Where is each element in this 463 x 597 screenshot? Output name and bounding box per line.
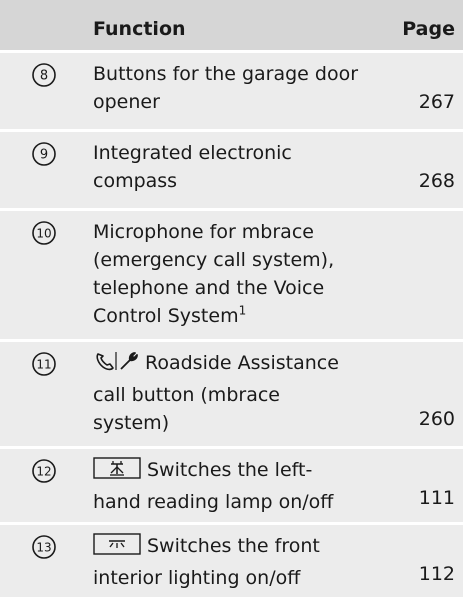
number-circle: 8 — [31, 62, 57, 88]
row-description: Integrated electronic compass — [93, 142, 292, 192]
svg-text:9: 9 — [40, 148, 48, 163]
row-page: 268 — [418, 170, 455, 192]
svg-text:8: 8 — [40, 69, 48, 84]
row-description: Microphone for mbrace (emergency call sy… — [93, 221, 335, 327]
table-row: 12 Switches the left- hand reading lamp … — [0, 449, 463, 522]
table-row: 13 Switches the front interior lighting … — [0, 525, 463, 597]
table-row: 11 Roadside Assistance call button (mbra… — [0, 342, 463, 446]
table-row: 8 Buttons for the garage door opener 267 — [0, 53, 463, 129]
row-description: Switches the left- hand reading lamp on/… — [93, 456, 383, 516]
row-page: 267 — [418, 91, 455, 113]
interior-light-icon — [93, 532, 141, 564]
footnote-marker: 1 — [238, 303, 247, 318]
row-description: Roadside Assistance call button (mbrace … — [93, 349, 383, 437]
table-row: 10 Microphone for mbrace (emergency call… — [0, 211, 463, 339]
header-function: Function — [93, 18, 186, 40]
row-page: 112 — [418, 563, 455, 585]
row-page: 260 — [418, 408, 455, 430]
svg-text:10: 10 — [36, 227, 51, 241]
header-page: Page — [402, 18, 455, 40]
svg-text:11: 11 — [36, 358, 51, 372]
number-circle: 9 — [31, 141, 57, 167]
table-header: Function Page — [0, 0, 463, 50]
svg-text:13: 13 — [36, 541, 51, 555]
number-circle: 10 — [31, 220, 57, 246]
number-circle: 11 — [31, 351, 57, 377]
row-page: 111 — [418, 487, 455, 509]
number-circle: 13 — [31, 534, 57, 560]
reading-lamp-icon — [93, 456, 141, 488]
number-circle: 12 — [31, 458, 57, 484]
phone-wrench-icon — [93, 349, 139, 381]
row-description: Buttons for the garage door opener — [93, 63, 359, 113]
table-row: 9 Integrated electronic compass 268 — [0, 132, 463, 208]
svg-text:12: 12 — [36, 465, 51, 479]
function-table: Function Page 8 Buttons for the garage d… — [0, 0, 463, 597]
row-description: Switches the front interior lighting on/… — [93, 532, 383, 592]
